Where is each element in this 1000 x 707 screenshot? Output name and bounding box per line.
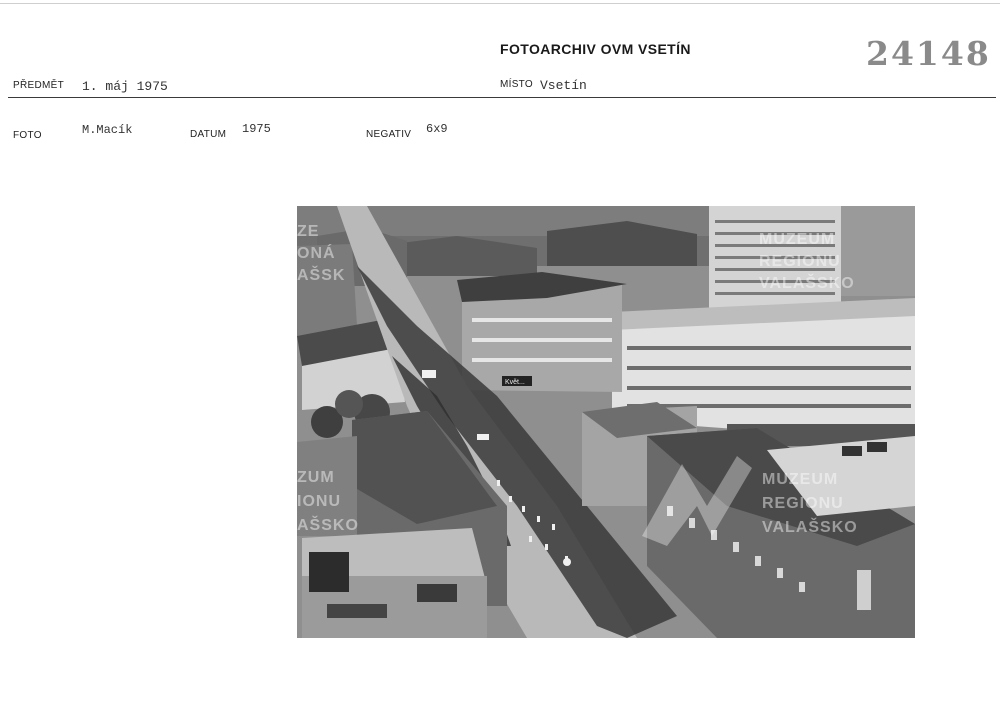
archive-card: FOTOARCHIV OVM VSETÍN 24148 PŘEDMĚT 1. m… xyxy=(0,0,1000,707)
inventory-number: 24148 xyxy=(866,34,991,73)
top-edge-line xyxy=(0,3,1000,4)
svg-text:MUZEUM: MUZEUM xyxy=(759,231,835,248)
svg-text:IONU: IONU xyxy=(297,493,341,510)
foto-label: FOTO xyxy=(13,130,42,141)
negativ-label: NEGATIV xyxy=(366,129,412,140)
foto-value: M.Macík xyxy=(82,123,133,137)
parade-photograph: Květ... ZE ONÁ AŠSK MUZEUM REGIONU VALAŠ… xyxy=(297,206,915,638)
svg-text:AŠSKO: AŠSKO xyxy=(297,515,359,534)
svg-text:REGIONU: REGIONU xyxy=(759,253,841,270)
predmet-value: 1. máj 1975 xyxy=(82,79,168,94)
datum-value: 1975 xyxy=(242,122,271,136)
misto-value: Vsetín xyxy=(540,78,587,93)
archive-title: FOTOARCHIV OVM VSETÍN xyxy=(500,41,691,57)
svg-text:ZE: ZE xyxy=(297,223,319,240)
svg-text:REGIONU: REGIONU xyxy=(762,495,844,512)
shop-sign: Květ... xyxy=(505,379,525,386)
header-divider xyxy=(8,97,996,98)
svg-text:VALAŠSKO: VALAŠSKO xyxy=(759,273,855,292)
svg-text:AŠSK: AŠSK xyxy=(297,265,345,284)
svg-text:ONÁ: ONÁ xyxy=(297,243,336,262)
datum-label: DATUM xyxy=(190,129,227,140)
svg-text:VALAŠSKO: VALAŠSKO xyxy=(762,517,858,536)
svg-text:MUZEUM: MUZEUM xyxy=(762,471,838,488)
predmet-label: PŘEDMĚT xyxy=(13,80,64,91)
parade-photo-scene: Květ... ZE ONÁ AŠSK MUZEUM REGIONU VALAŠ… xyxy=(297,206,915,638)
negativ-value: 6x9 xyxy=(426,122,448,136)
svg-text:ZUM: ZUM xyxy=(297,469,335,486)
misto-label: MÍSTO xyxy=(500,79,533,90)
